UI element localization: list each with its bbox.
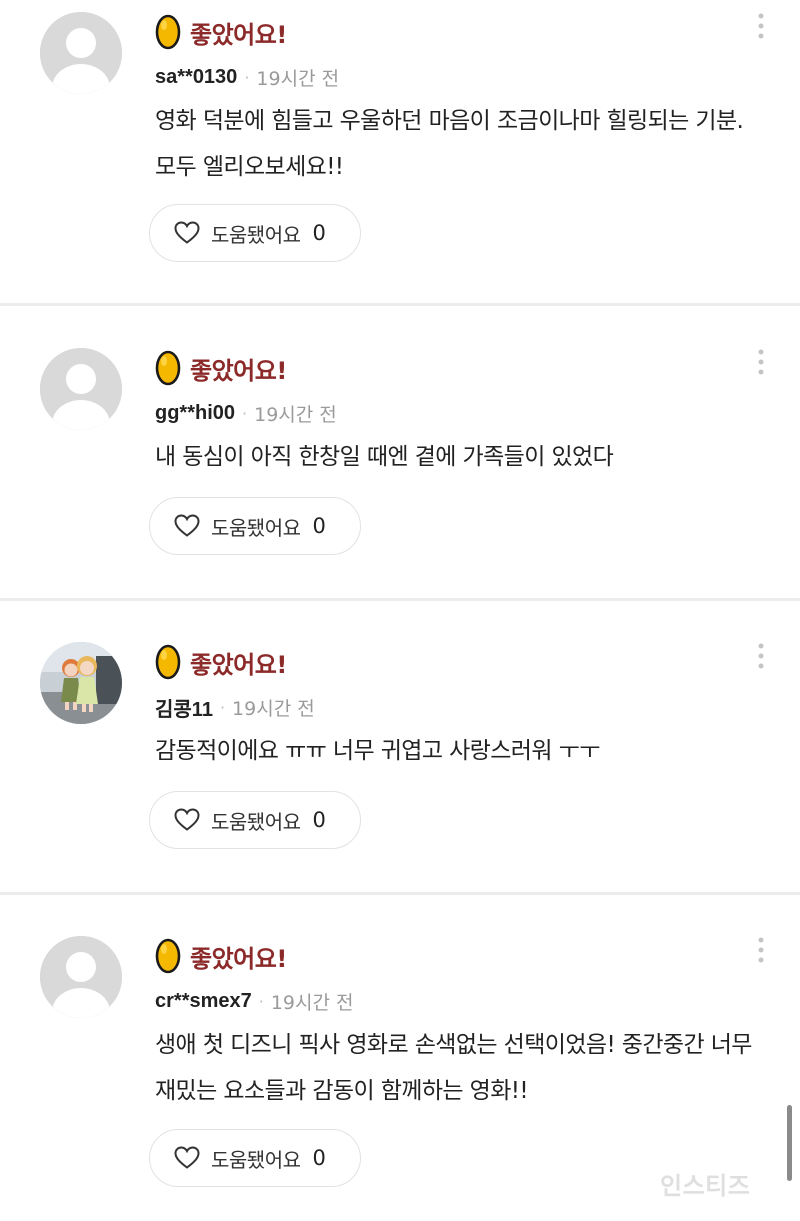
- comment-item: 좋았어요! sa**0130 · 19시간 전 영화 덕분에 힘들고 우울하던 …: [0, 0, 800, 294]
- golden-egg-icon: [155, 350, 181, 386]
- separator-dot: ·: [258, 991, 264, 1011]
- helpful-label: 도움됐어요: [211, 515, 301, 540]
- avatar[interactable]: [40, 348, 122, 430]
- helpful-label: 도움됐어요: [211, 222, 301, 247]
- username[interactable]: cr**smex7: [155, 990, 252, 1013]
- more-vertical-icon[interactable]: [748, 8, 774, 48]
- comment-meta: 김콩11 · 19시간 전: [155, 692, 315, 722]
- rating-label: 좋았어요!: [190, 944, 287, 973]
- helpful-button[interactable]: 도움됐어요 0: [149, 497, 361, 555]
- rating: 좋았어요!: [155, 14, 287, 50]
- rating-label: 좋았어요!: [190, 20, 287, 49]
- helpful-button[interactable]: 도움됐어요 0: [149, 791, 361, 849]
- timestamp: 19시간 전: [232, 697, 315, 720]
- comment-text: 내 동심이 아직 한창일 때엔 곁에 가족들이 있었다: [155, 444, 614, 470]
- comment-meta: gg**hi00 · 19시간 전: [155, 398, 337, 428]
- default-avatar-icon: [40, 936, 122, 1018]
- comment-text: 영화 덕분에 힘들고 우울하던 마음이 조금이나마 힐링되는 기분. 모두 엘리…: [155, 108, 744, 180]
- rating-label: 좋았어요!: [190, 650, 287, 679]
- divider: [0, 598, 800, 601]
- helpful-button[interactable]: 도움됐어요 0: [149, 204, 361, 262]
- watermark: 인스티즈: [660, 1172, 751, 1200]
- default-avatar-icon: [40, 348, 122, 430]
- comment-text: 생애 첫 디즈니 픽사 영화로 손색없는 선택이었음! 중간중간 너무 재밌는 …: [155, 1032, 752, 1104]
- more-vertical-icon[interactable]: [748, 932, 774, 972]
- photo-avatar-icon: [40, 642, 122, 724]
- helpful-count: 0: [312, 514, 326, 538]
- golden-egg-icon: [155, 938, 181, 974]
- divider: [0, 892, 800, 895]
- comment-meta: cr**smex7 · 19시간 전: [155, 986, 354, 1016]
- avatar[interactable]: [40, 12, 122, 94]
- rating-label: 좋았어요!: [190, 356, 287, 385]
- separator-dot: ·: [244, 67, 250, 87]
- username[interactable]: sa**0130: [155, 66, 237, 89]
- heart-outline-icon: [174, 221, 200, 244]
- avatar[interactable]: [40, 936, 122, 1018]
- more-vertical-icon[interactable]: [748, 638, 774, 678]
- rating: 좋았어요!: [155, 938, 287, 974]
- divider: [0, 303, 800, 306]
- heart-outline-icon: [174, 808, 200, 831]
- helpful-label: 도움됐어요: [211, 809, 301, 834]
- comment-meta: sa**0130 · 19시간 전: [155, 62, 339, 92]
- username[interactable]: 김콩11: [155, 693, 213, 722]
- username[interactable]: gg**hi00: [155, 402, 235, 425]
- helpful-button[interactable]: 도움됐어요 0: [149, 1129, 361, 1187]
- separator-dot: ·: [219, 697, 226, 717]
- comment-item: 좋았어요! 김콩11 · 19시간 전 감동적이에요 ㅠㅠ 너무 귀엽고 사랑스…: [0, 630, 800, 924]
- helpful-label: 도움됐어요: [211, 1147, 301, 1172]
- golden-egg-icon: [155, 644, 181, 680]
- comment-text: 감동적이에요 ㅠㅠ 너무 귀엽고 사랑스러워 ㅜㅜ: [155, 738, 600, 764]
- helpful-count: 0: [312, 221, 326, 245]
- heart-outline-icon: [174, 514, 200, 537]
- separator-dot: ·: [242, 403, 248, 423]
- golden-egg-icon: [155, 14, 181, 50]
- scrollbar[interactable]: [787, 1105, 792, 1181]
- helpful-count: 0: [312, 1146, 326, 1170]
- timestamp: 19시간 전: [270, 991, 354, 1014]
- more-vertical-icon[interactable]: [748, 344, 774, 384]
- timestamp: 19시간 전: [256, 67, 340, 90]
- heart-outline-icon: [174, 1146, 200, 1169]
- avatar[interactable]: [40, 642, 122, 724]
- rating: 좋았어요!: [155, 350, 287, 386]
- default-avatar-icon: [40, 12, 122, 94]
- helpful-count: 0: [312, 808, 326, 832]
- rating: 좋았어요!: [155, 644, 287, 680]
- timestamp: 19시간 전: [254, 403, 337, 426]
- comment-item: 좋았어요! gg**hi00 · 19시간 전 내 동심이 아직 한창일 때엔 …: [0, 336, 800, 630]
